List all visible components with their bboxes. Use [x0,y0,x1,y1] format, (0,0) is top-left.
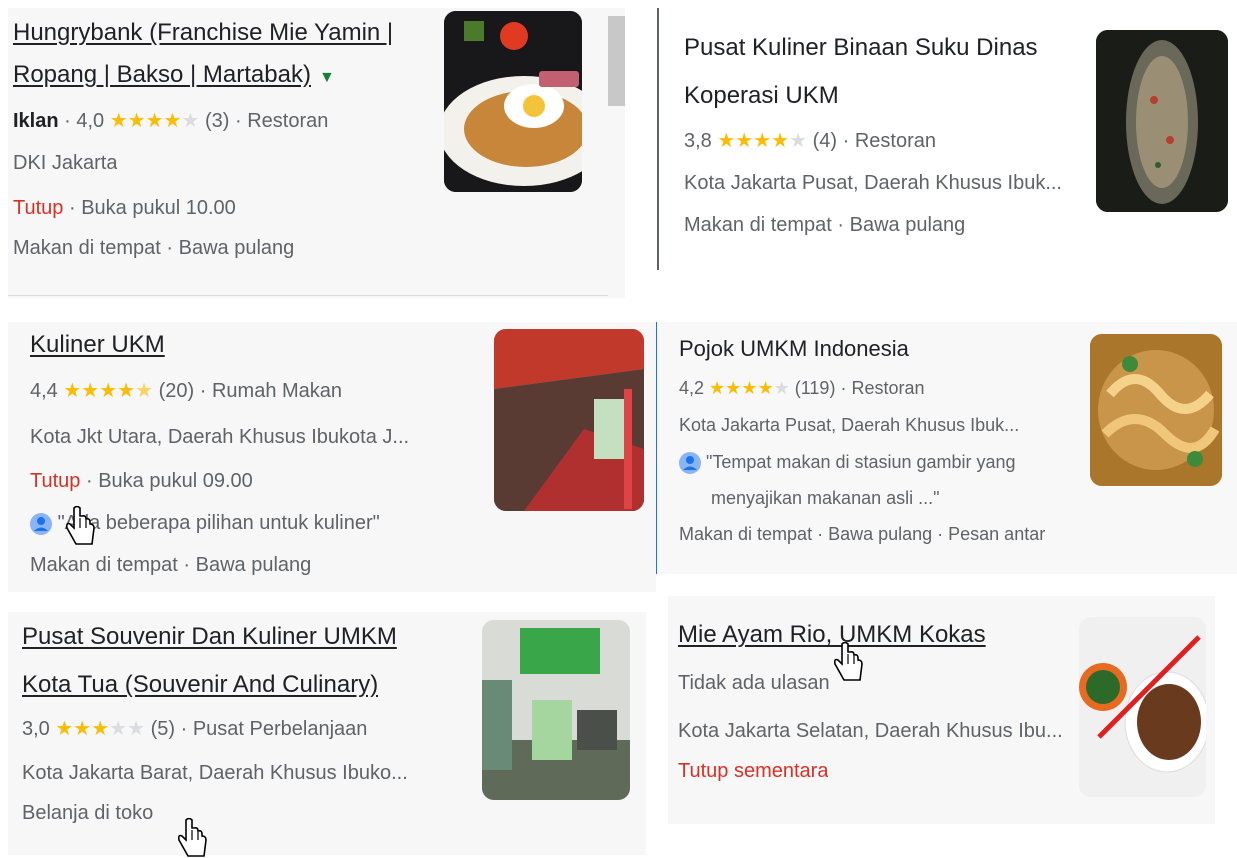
place-title-line1[interactable]: Pusat Kuliner Binaan Suku Dinas [684,34,1038,62]
place-category: Pusat Perbelanjaan [192,718,368,740]
open-status: Tutup [13,197,64,219]
separator: · [180,718,188,740]
separator: · [840,378,847,398]
no-reviews-text: Tidak ada ulasan [678,672,830,694]
user-avatar-icon [679,452,701,475]
pepes-photo-icon [1096,30,1228,212]
place-photo-pepes[interactable] [1096,30,1228,212]
place-address: Kota Jakarta Selatan, Daerah Khusus Ibu.… [678,720,1063,742]
review-snippet-line1[interactable]: "Tempat makan di stasiun gambir yang [706,452,1016,472]
ad-label: Iklan [13,110,59,132]
rating-value: 4,2 [679,378,705,398]
place-card-hungrybank[interactable]: Hungrybank (Franchise Mie Yamin | Ropang… [8,8,625,298]
place-title[interactable]: Mie Ayam Rio, UMKM Kokas [678,621,986,648]
rating-value: 3,0 [22,718,50,740]
place-title-line2[interactable]: Koperasi UKM [684,82,839,110]
rating-stars: ★★★★★ [63,380,154,402]
place-address: DKI Jakarta [13,152,118,174]
place-photo-kwetiau[interactable] [1090,334,1222,486]
service-options: Makan di tempat · Bawa pulang [684,214,966,236]
rating-stars: ★★★★★ [55,718,146,740]
place-address: Kota Jakarta Barat, Daerah Khusus Ibuko.… [22,762,408,784]
place-address: Kota Jkt Utara, Daerah Khusus Ibukota J.… [30,426,410,448]
review-count[interactable]: (5) [151,718,175,740]
rating-stars: ★★★★★ [109,110,200,132]
food-court-photo-icon [494,329,644,511]
separator: · [85,470,93,492]
place-category: Rumah Makan [211,380,343,402]
place-card-kuliner-ukm[interactable]: Kuliner UKM 4,4 ★★★★★ (20) · Rumah Makan… [8,322,656,592]
place-title[interactable]: Pojok UMKM Indonesia [679,336,909,362]
review-count[interactable]: (4) [813,130,837,152]
kwetiau-photo-icon [1090,334,1222,486]
place-address: Kota Jakarta Pusat, Daerah Khusus Ibuk..… [684,172,1062,194]
place-photo-mie-ayam[interactable] [1079,617,1206,797]
review-snippet[interactable]: "Ada beberapa pilihan untuk kuliner" [58,512,380,534]
fried-rice-photo-icon [444,11,582,192]
place-title[interactable]: Kuliner UKM [30,331,165,358]
place-title-line1[interactable]: Pusat Souvenir Dan Kuliner UMKM [22,623,397,650]
rating-value: 4,4 [30,380,58,402]
rating-stars: ★★★★★ [709,378,790,398]
open-status: Tutup sementara [678,760,829,782]
place-photo-food-court[interactable] [494,329,644,511]
separator: · [68,197,76,219]
user-avatar-icon [30,512,52,535]
rating-stars: ★★★★★ [717,130,808,152]
separator: · [64,110,71,132]
place-category: Restoran [247,110,329,132]
mie-ayam-photo-icon [1079,617,1206,797]
rating-value: 3,8 [684,130,712,152]
service-options: Belanja di toko [22,802,154,824]
review-count[interactable]: (20) [159,380,195,402]
service-options: Makan di tempat · Bawa pulang [13,237,295,259]
place-card-pojok-umkm[interactable]: Pojok UMKM Indonesia 4,2 ★★★★★ (119) · R… [656,322,1237,574]
opening-hours: Buka pukul 10.00 [81,197,236,219]
review-count[interactable]: (3) [205,110,229,132]
column-divider [657,8,659,270]
place-title-line2[interactable]: Kota Tua (Souvenir And Culinary) [22,671,378,698]
souvenir-shop-photo-icon [482,620,630,800]
ad-info-caret-icon[interactable]: ▼ [319,69,335,86]
place-title-line1[interactable]: Hungrybank (Franchise Mie Yamin | [13,19,393,46]
place-photo-fried-rice[interactable] [444,11,582,192]
place-card-pusat-kuliner-binaan[interactable]: Pusat Kuliner Binaan Suku Dinas Koperasi… [670,8,1237,270]
place-card-mie-ayam-rio[interactable]: Mie Ayam Rio, UMKM Kokas Tidak ada ulasa… [668,596,1215,824]
place-card-pusat-souvenir[interactable]: Pusat Souvenir Dan Kuliner UMKM Kota Tua… [8,612,646,855]
separator: · [234,110,242,132]
place-category: Restoran [854,130,936,152]
card-divider [8,295,608,296]
review-count[interactable]: (119) [795,378,836,398]
service-options: Makan di tempat · Bawa pulang · Pesan an… [679,524,1046,544]
opening-hours: Buka pukul 09.00 [98,470,253,492]
rating-value: 4,0 [76,110,105,132]
separator: · [199,380,207,402]
place-category: Restoran [851,378,925,398]
open-status: Tutup [30,470,81,492]
place-address: Kota Jakarta Pusat, Daerah Khusus Ibuk..… [679,415,1020,435]
place-title-line2[interactable]: Ropang | Bakso | Martabak) [13,61,311,88]
service-options: Makan di tempat · Bawa pulang [30,554,312,576]
scrollbar-thumb[interactable] [608,16,625,106]
review-snippet-line2[interactable]: menyajikan makanan asli ..." [711,488,940,509]
place-photo-souvenir-shop[interactable] [482,620,630,800]
separator: · [842,130,850,152]
